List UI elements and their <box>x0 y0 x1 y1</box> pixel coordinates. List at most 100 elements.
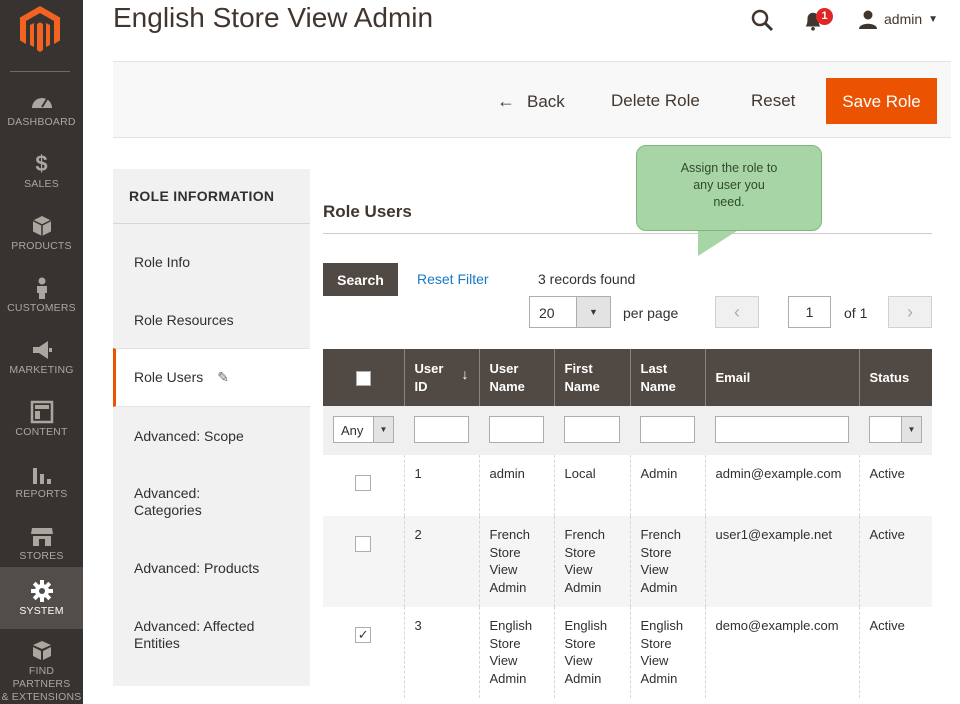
cell-line: Admin <box>489 579 527 595</box>
tab-role-users[interactable]: Role Users ✎ <box>113 348 310 407</box>
cell-line: Admin <box>640 579 678 595</box>
role-information-tabs: ROLE INFORMATION Role Info Role Resource… <box>113 169 310 686</box>
previous-page-button[interactable]: ‹ <box>715 296 759 328</box>
column-header-user-name[interactable]: User Name <box>478 349 554 406</box>
tab-advanced-categories[interactable]: Advanced: Categories <box>113 485 310 519</box>
status-filter-select[interactable]: ▼ <box>869 416 922 443</box>
cell-line: Store <box>489 544 521 560</box>
reset-filter-link[interactable]: Reset Filter <box>417 271 489 287</box>
menu-item-label: CONTENT <box>15 426 68 438</box>
delete-role-button[interactable]: Delete Role <box>611 78 700 124</box>
last-name-filter-input[interactable] <box>640 416 695 443</box>
search-button[interactable]: Search <box>323 263 398 296</box>
cell-line: Store <box>489 635 521 651</box>
header-text: First <box>564 360 593 376</box>
bar-chart-icon <box>32 468 51 484</box>
cell-line: Store <box>564 635 596 651</box>
in-role-filter-select[interactable]: Any ▼ <box>333 416 394 443</box>
cell-user-name: admin <box>478 455 554 516</box>
menu-item-content[interactable]: CONTENT <box>0 394 83 456</box>
menu-item-customers[interactable]: CUSTOMERS <box>0 270 83 332</box>
header-text: ID <box>414 378 428 394</box>
menu-item-find-partners[interactable]: FIND PARTNERS & EXTENSIONS <box>0 635 83 704</box>
notification-badge[interactable]: 1 <box>816 8 833 25</box>
menu-item-system[interactable]: SYSTEM <box>0 567 83 629</box>
tab-role-resources[interactable]: Role Resources <box>113 312 310 328</box>
column-header-email[interactable]: Email <box>704 349 859 406</box>
tab-label: Advanced: <box>134 485 201 501</box>
menu-item-products[interactable]: PRODUCTS <box>0 208 83 270</box>
search-icon[interactable] <box>750 8 774 32</box>
menu-item-label: SALES <box>24 178 59 190</box>
cell-line: View <box>564 562 593 577</box>
menu-item-marketing[interactable]: MARKETING <box>0 332 83 394</box>
records-count: 3 records found <box>538 271 636 287</box>
column-header-first-name[interactable]: First Name <box>553 349 630 406</box>
tooltip-tail <box>698 229 740 256</box>
menu-item-sales[interactable]: $ SALES <box>0 146 83 208</box>
menu-item-label: MARKETING <box>9 364 74 376</box>
save-role-button[interactable]: Save Role <box>826 78 937 124</box>
cell-line: French <box>640 527 681 542</box>
tab-label: Advanced: Affected <box>134 618 255 634</box>
user-id-filter-input[interactable] <box>414 416 469 443</box>
header-text: Name <box>564 378 600 394</box>
back-button[interactable]: ← Back <box>497 78 565 124</box>
cell-line: Store <box>640 635 672 651</box>
layout-icon <box>30 400 53 424</box>
column-header-user-id[interactable]: User ID ↓ <box>403 349 479 406</box>
first-name-filter-input[interactable] <box>564 416 620 443</box>
cell-user-id: 2 <box>403 516 479 607</box>
email-filter-input[interactable] <box>715 416 849 443</box>
magento-logo-icon[interactable] <box>20 6 60 52</box>
section-divider <box>323 233 932 234</box>
tab-advanced-scope[interactable]: Advanced: Scope <box>113 428 310 444</box>
page-total: of 1 <box>844 305 868 321</box>
page-actions-bar: ← Back Delete Role Reset Save Role <box>113 61 951 138</box>
person-icon <box>36 277 47 299</box>
chevron-down-icon: ▼ <box>373 417 393 442</box>
tab-advanced-products[interactable]: Advanced: Products <box>113 560 310 576</box>
per-page-select[interactable]: 20 ▼ <box>529 296 611 328</box>
cell-line: Store <box>640 544 672 560</box>
cell-line: Admin <box>489 670 527 686</box>
menu-item-reports[interactable]: REPORTS <box>0 456 83 518</box>
header-text: User <box>489 360 519 376</box>
user-name-filter-input[interactable] <box>489 416 544 443</box>
tabs-title: ROLE INFORMATION <box>129 188 275 204</box>
menu-item-label: & EXTENSIONS <box>1 691 82 703</box>
next-page-button[interactable]: › <box>888 296 932 328</box>
role-users-grid: User ID ↓ User Name First Name Last Name Emai… <box>323 349 932 698</box>
cell-line: View <box>564 653 593 668</box>
chevron-down-icon[interactable]: ▼ <box>576 297 610 327</box>
tab-advanced-affected-entities[interactable]: Advanced: Affected Entities <box>113 618 310 652</box>
row-checkbox[interactable] <box>355 536 372 552</box>
cell-line: View <box>640 562 669 577</box>
page-number-input[interactable] <box>788 296 831 328</box>
table-row[interactable]: 1 admin Local Admin admin@example.com Ac… <box>323 455 932 516</box>
reset-button[interactable]: Reset <box>751 78 795 124</box>
column-header-status[interactable]: Status <box>858 349 932 406</box>
box-icon <box>32 216 51 236</box>
tooltip-text: Assign the role to <box>680 161 778 175</box>
row-checkbox[interactable] <box>355 475 372 491</box>
cell-line: View <box>489 562 518 577</box>
cell-line: English <box>640 618 684 633</box>
header-text: Name <box>489 378 525 394</box>
table-row[interactable]: 2 French Store View Admin French Store View Ad… <box>323 516 932 607</box>
cell-email: admin@example.com <box>704 455 859 516</box>
table-row[interactable]: ✓ 3 English Store View Admin English Store Vi… <box>323 607 932 698</box>
sort-down-icon: ↓ <box>461 366 469 382</box>
chevron-left-icon: ‹ <box>734 302 740 322</box>
tab-role-info[interactable]: Role Info <box>113 254 310 270</box>
user-menu[interactable]: admin ▼ <box>858 8 938 30</box>
menu-item-label: CUSTOMERS <box>7 302 76 314</box>
select-all-checkbox[interactable] <box>355 370 371 386</box>
megaphone-icon <box>32 341 52 359</box>
menu-item-dashboard[interactable]: DASHBOARD <box>0 84 83 146</box>
filter-row: Any ▼ ▼ <box>323 406 932 455</box>
row-checkbox-checked[interactable]: ✓ <box>355 627 372 643</box>
column-header-last-name[interactable]: Last Name <box>629 349 705 406</box>
cell-first-name: English Store View Admin <box>553 607 630 698</box>
per-page-value: 20 <box>539 305 555 321</box>
